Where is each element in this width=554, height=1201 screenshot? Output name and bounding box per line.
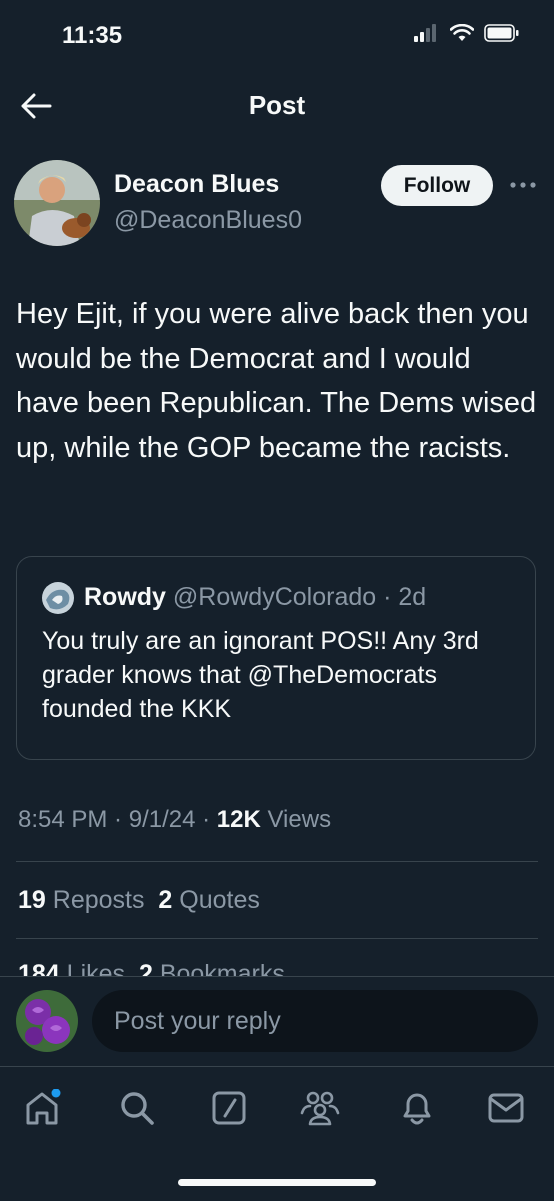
envelope-icon bbox=[488, 1093, 524, 1123]
engagement-stats: 19 Reposts 2 Quotes bbox=[18, 886, 260, 915]
reposts-count: 19 bbox=[18, 886, 46, 914]
author-avatar[interactable] bbox=[14, 160, 100, 246]
post-date: 9/1/24 bbox=[128, 806, 196, 833]
battery-icon bbox=[484, 24, 519, 42]
divider bbox=[16, 861, 538, 862]
more-horizontal-icon bbox=[510, 182, 536, 188]
user-avatar bbox=[16, 990, 78, 1052]
quotes-stat[interactable]: 2 Quotes bbox=[158, 886, 259, 914]
post-time: 8:54 PM bbox=[18, 806, 108, 833]
views-label: Views bbox=[267, 806, 332, 833]
quote-age: 2d bbox=[398, 583, 427, 611]
tab-compose[interactable] bbox=[207, 1086, 251, 1130]
bell-icon bbox=[403, 1093, 431, 1125]
tab-search[interactable] bbox=[115, 1086, 159, 1130]
status-icons bbox=[414, 24, 520, 42]
views-count: 12K bbox=[216, 806, 261, 833]
communities-icon bbox=[300, 1091, 340, 1126]
follow-button[interactable]: Follow bbox=[381, 165, 493, 206]
page-title: Post bbox=[248, 90, 306, 120]
tab-home[interactable] bbox=[20, 1086, 64, 1130]
separator-dot: · bbox=[376, 583, 399, 611]
post-text: Hey Ejit, if you were alive back then yo… bbox=[16, 298, 537, 464]
home-icon bbox=[26, 1089, 61, 1125]
divider bbox=[16, 938, 538, 939]
tab-communities[interactable] bbox=[298, 1086, 342, 1130]
status-time: 11:35 bbox=[62, 22, 123, 49]
reposts-label: Reposts bbox=[52, 886, 145, 914]
quotes-label: Quotes bbox=[179, 886, 260, 914]
quote-author-avatar bbox=[42, 582, 74, 614]
reposts-stat[interactable]: 19 Reposts bbox=[18, 886, 144, 914]
wifi-icon bbox=[450, 24, 474, 41]
more-options-button[interactable] bbox=[508, 170, 538, 200]
post-timestamp-views: 8:54 PM · 9/1/24 · 12K Views bbox=[18, 806, 332, 833]
search-icon bbox=[121, 1092, 154, 1125]
reply-input[interactable] bbox=[92, 990, 538, 1052]
quotes-count: 2 bbox=[158, 886, 173, 914]
tab-notifications[interactable] bbox=[395, 1086, 439, 1130]
home-indicator bbox=[178, 1179, 376, 1186]
signal-icon bbox=[414, 24, 436, 42]
arrow-left-icon bbox=[21, 93, 52, 119]
quote-header: Rowdy @RowdyColorado · 2d bbox=[84, 583, 426, 612]
quote-author-handle: @RowdyColorado bbox=[172, 583, 377, 611]
tab-messages[interactable] bbox=[484, 1086, 528, 1130]
quote-text: You truly are an ignorant POS!! Any 3rd … bbox=[42, 627, 479, 723]
back-button[interactable] bbox=[16, 86, 56, 126]
quote-author-name: Rowdy bbox=[84, 583, 166, 611]
author-name[interactable]: Deacon Blues bbox=[114, 170, 279, 199]
author-handle[interactable]: @DeaconBlues0 bbox=[114, 206, 302, 235]
compose-icon bbox=[212, 1091, 246, 1125]
